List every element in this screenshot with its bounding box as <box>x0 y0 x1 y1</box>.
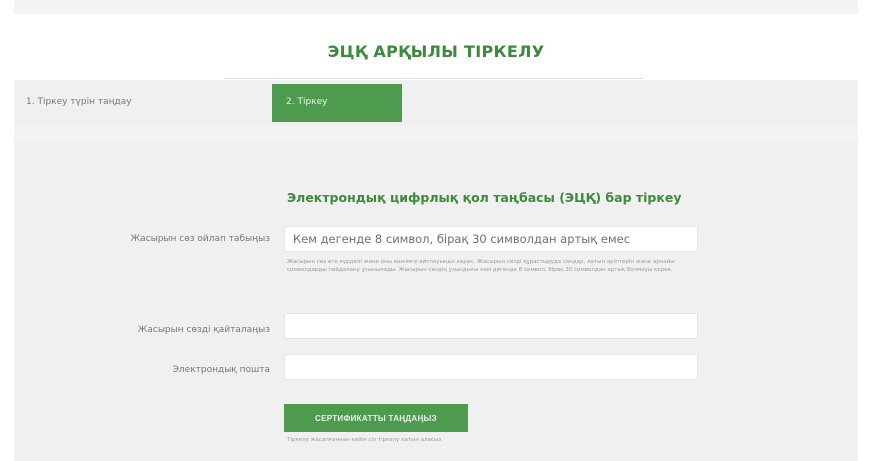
form-heading: Электрондық цифрлық қол таңбасы (ЭЦҚ) ба… <box>287 190 682 205</box>
step-bar: 1. Тіркеу түрін таңдау 2. Тіркеу <box>14 80 858 126</box>
step-choose-type[interactable]: 1. Тіркеу түрін таңдау <box>26 97 132 107</box>
choose-certificate-button[interactable]: СЕРТИФИКАТТЫ ТАҢДАҢЫЗ <box>284 404 468 432</box>
password-field[interactable] <box>284 226 698 252</box>
submit-note: Тіркелу жасалғаннан кейін сіз тіркелу ха… <box>287 437 442 443</box>
password-repeat-label: Жасырын сөзді қайталаңыз <box>137 325 270 335</box>
step-register-active[interactable]: 2. Тіркеу <box>272 84 402 122</box>
form-panel: Электрондық цифрлық қол таңбасы (ЭЦҚ) ба… <box>14 142 858 461</box>
title-divider <box>224 78 644 79</box>
password-label: Жасырын сөз ойлап табыңыз <box>130 234 270 244</box>
password-help-text: Жасырын сөз өте күрделі және оны ешкімге… <box>287 259 675 273</box>
password-repeat-field[interactable] <box>284 313 698 339</box>
page-title: ЭЦҚ АРҚЫЛЫ ТІРКЕЛУ <box>327 42 545 61</box>
email-label: Электрондық пошта <box>172 365 270 375</box>
registration-page: ЭЦҚ АРҚЫЛЫ ТІРКЕЛУ 1. Тіркеу түрін таңда… <box>14 0 858 461</box>
email-field[interactable] <box>284 354 698 380</box>
